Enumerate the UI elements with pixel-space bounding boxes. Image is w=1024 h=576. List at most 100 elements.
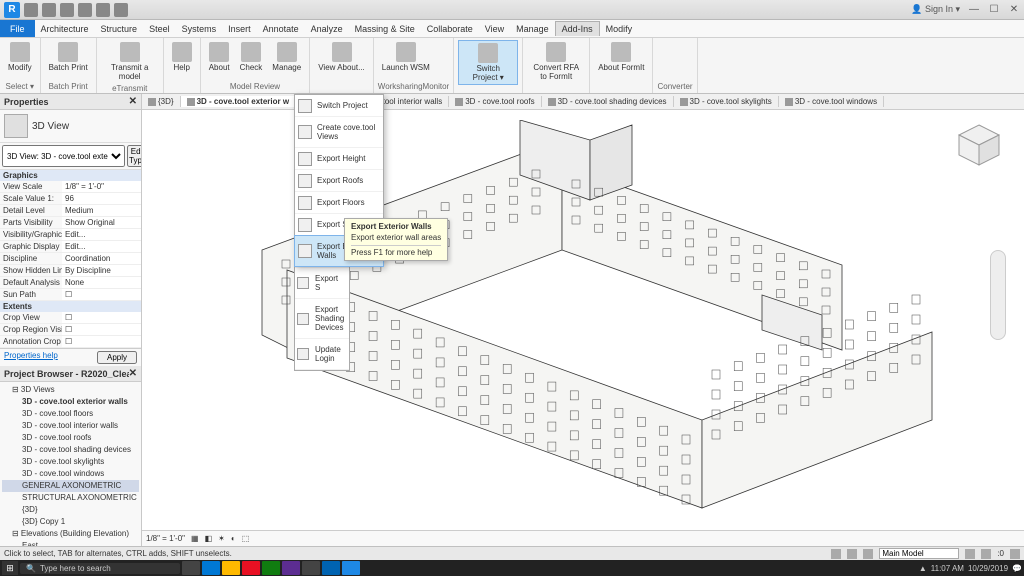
vc-icon[interactable]: ✶ <box>218 534 225 543</box>
file-menu[interactable]: File <box>0 20 35 37</box>
qat-redo-icon[interactable] <box>78 3 92 17</box>
qat-print-icon[interactable] <box>96 3 110 17</box>
signin-link[interactable]: 👤 Sign In ▾ <box>911 4 960 15</box>
tree-item[interactable]: 3D - cove.tool interior walls <box>2 420 139 432</box>
properties-close-icon[interactable]: ✕ <box>129 96 137 107</box>
view-cube[interactable] <box>954 120 1004 170</box>
minimize-button[interactable]: — <box>968 4 980 16</box>
dropdown-item[interactable]: Export S <box>295 268 349 299</box>
ribbon-convert-rfa-to-formit-button[interactable]: Convert RFA to FormIt <box>527 40 585 83</box>
qat-measure-icon[interactable] <box>114 3 128 17</box>
ribbon-view-about--button[interactable]: View About... <box>314 40 369 74</box>
tree-item[interactable]: 3D - cove.tool floors <box>2 408 139 420</box>
ribbon-launch-wsm-button[interactable]: Launch WSM <box>378 40 434 74</box>
task-icon[interactable] <box>182 561 200 575</box>
prop-row[interactable]: Graphic Display O...Edit... <box>0 241 141 253</box>
tree-item[interactable]: STRUCTURAL AXONOMETRIC <box>2 492 139 504</box>
prop-row[interactable]: Show Hidden LinesBy Discipline <box>0 265 141 277</box>
prop-row[interactable]: Default Analysis D...None <box>0 277 141 289</box>
task-icon[interactable] <box>282 561 300 575</box>
browser-close-icon[interactable]: ✕ <box>129 368 137 379</box>
menu-tab-view[interactable]: View <box>479 22 510 36</box>
menu-tab-manage[interactable]: Manage <box>510 22 555 36</box>
prop-row[interactable]: DisciplineCoordination <box>0 253 141 265</box>
menu-tab-add-ins[interactable]: Add-Ins <box>555 21 600 36</box>
ribbon-transmit-a-model-button[interactable]: Transmit a model <box>101 40 159 83</box>
tray-time[interactable]: 11:07 AM <box>931 564 964 573</box>
qat-open-icon[interactable] <box>24 3 38 17</box>
prop-row[interactable]: Scale Value 1:96 <box>0 193 141 205</box>
vc-icon[interactable]: ⬚ <box>242 534 250 543</box>
edit-type-button[interactable]: Edit Type <box>127 145 142 167</box>
dropdown-item[interactable]: Export Height <box>295 148 383 170</box>
menu-tab-annotate[interactable]: Annotate <box>257 22 305 36</box>
dropdown-item[interactable]: Create cove.tool Views <box>295 117 383 148</box>
ribbon-about-formit-button[interactable]: About FormIt <box>594 40 648 74</box>
status-icon[interactable] <box>965 549 975 559</box>
tree-item[interactable]: 3D - cove.tool roofs <box>2 432 139 444</box>
ribbon-batch-print-button[interactable]: Batch Print <box>45 40 92 74</box>
properties-help-link[interactable]: Properties help <box>4 351 58 364</box>
maximize-button[interactable]: ☐ <box>988 4 1000 16</box>
task-icon[interactable] <box>322 561 340 575</box>
vc-icon[interactable]: ▦ <box>191 534 199 543</box>
prop-row[interactable]: Sun Path☐ <box>0 289 141 301</box>
viewport[interactable] <box>142 110 1024 530</box>
view-tab[interactable]: 3D - cove.tool shading devices <box>542 96 674 107</box>
menu-tab-structure[interactable]: Structure <box>95 22 144 36</box>
vc-icon[interactable]: ◐ <box>231 534 236 543</box>
tree-item[interactable]: ⊟ Elevations (Building Elevation) <box>2 528 139 540</box>
ribbon-about-button[interactable]: About <box>205 40 234 74</box>
dropdown-item[interactable]: Export Roofs <box>295 170 383 192</box>
status-icon[interactable] <box>981 549 991 559</box>
start-button[interactable]: ⊞ <box>2 561 18 575</box>
ribbon-manage-button[interactable]: Manage <box>268 40 305 74</box>
scale-label[interactable]: 1/8" = 1'-0" <box>146 534 185 543</box>
project-browser[interactable]: ⊟ 3D Views3D - cove.tool exterior walls3… <box>0 382 141 546</box>
tree-item[interactable]: ⊟ 3D Views <box>2 384 139 396</box>
ribbon-help-button[interactable]: Help <box>168 40 196 74</box>
close-button[interactable]: ✕ <box>1008 4 1020 16</box>
prop-row[interactable]: Parts VisibilityShow Original <box>0 217 141 229</box>
apply-button[interactable]: Apply <box>97 351 137 364</box>
menu-tab-massing-site[interactable]: Massing & Site <box>349 22 421 36</box>
prop-row[interactable]: Visibility/Graphics...Edit... <box>0 229 141 241</box>
menu-tab-collaborate[interactable]: Collaborate <box>421 22 479 36</box>
task-icon[interactable] <box>302 561 320 575</box>
task-icon[interactable] <box>342 561 360 575</box>
taskbar-search[interactable]: 🔍 Type here to search <box>20 563 180 574</box>
tree-item[interactable]: East <box>2 540 139 546</box>
dropdown-item[interactable]: Update Login <box>295 339 349 370</box>
view-tab[interactable]: 3D - cove.tool roofs <box>449 96 541 107</box>
nav-bar[interactable] <box>990 250 1006 340</box>
vc-icon[interactable]: ◧ <box>205 534 213 543</box>
menu-tab-steel[interactable]: Steel <box>143 22 176 36</box>
prop-row[interactable]: Annotation Crop☐ <box>0 336 141 348</box>
qat-undo-icon[interactable] <box>60 3 74 17</box>
tree-item[interactable]: 3D - cove.tool exterior walls <box>2 396 139 408</box>
menu-tab-modify[interactable]: Modify <box>600 22 639 36</box>
task-icon[interactable] <box>202 561 220 575</box>
filter-icon[interactable] <box>1010 549 1020 559</box>
tree-item[interactable]: {3D} Copy 1 <box>2 516 139 528</box>
task-icon[interactable] <box>262 561 280 575</box>
prop-row[interactable]: Crop Region Visible☐ <box>0 324 141 336</box>
prop-row[interactable]: Detail LevelMedium <box>0 205 141 217</box>
tree-item[interactable]: 3D - cove.tool skylights <box>2 456 139 468</box>
tree-item[interactable]: {3D} <box>2 504 139 516</box>
prop-row[interactable]: View Scale1/8" = 1'-0" <box>0 181 141 193</box>
notification-icon[interactable]: 💬 <box>1012 564 1022 573</box>
status-icon[interactable] <box>831 549 841 559</box>
menu-tab-insert[interactable]: Insert <box>222 22 257 36</box>
status-icon[interactable] <box>847 549 857 559</box>
dropdown-item[interactable]: Export Floors <box>295 192 383 214</box>
view-selector[interactable]: 3D View: 3D - cove.tool exte <box>2 145 125 167</box>
status-icon[interactable] <box>863 549 873 559</box>
ribbon-check-button[interactable]: Check <box>236 40 267 74</box>
tree-item[interactable]: 3D - cove.tool windows <box>2 468 139 480</box>
main-model-field[interactable] <box>879 548 959 559</box>
tray-date[interactable]: 10/29/2019 <box>968 564 1008 573</box>
task-icon[interactable] <box>242 561 260 575</box>
menu-tab-systems[interactable]: Systems <box>176 22 223 36</box>
view-tab[interactable]: {3D} <box>142 96 181 107</box>
